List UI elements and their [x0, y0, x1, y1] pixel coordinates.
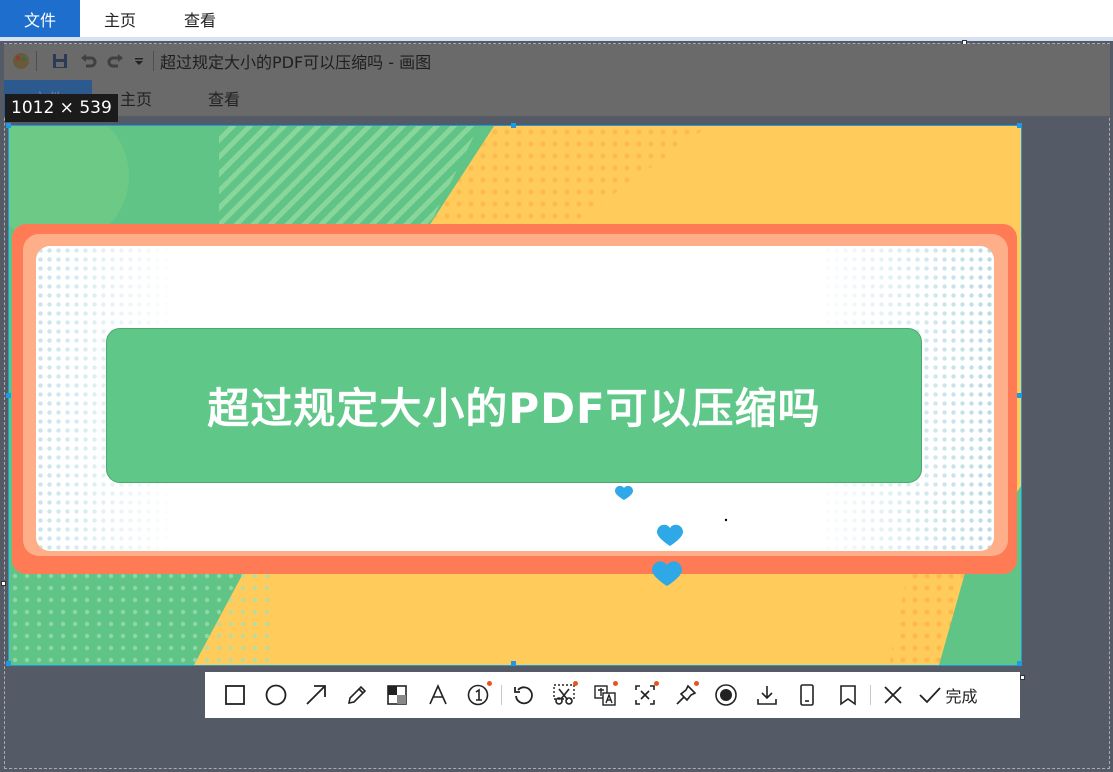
pencil-tool[interactable]	[337, 672, 378, 718]
number-marker-icon	[467, 684, 489, 706]
selection-size-label: 1012 × 539	[5, 94, 118, 122]
canvas-area[interactable]: 超过规定大小的PDF可以压缩吗 - 画图 文件 主页 查看 1012 × 539	[0, 40, 1113, 772]
selection-handle[interactable]	[6, 661, 11, 666]
download-icon	[756, 686, 777, 705]
arrow-tool[interactable]	[296, 672, 337, 718]
record-icon	[715, 684, 738, 706]
bookmark-button[interactable]	[828, 672, 869, 718]
arrow-icon	[306, 685, 327, 705]
pencil-icon	[347, 685, 366, 705]
inner-tab-view: 查看	[207, 90, 240, 109]
paint-app-icon	[10, 50, 32, 72]
ribbon-tabs: 文件 主页 查看	[0, 0, 1113, 37]
new-badge-dot	[486, 681, 492, 686]
selection-handle[interactable]	[511, 123, 516, 128]
scissors-button[interactable]	[544, 672, 585, 718]
ellipse-icon	[265, 684, 287, 706]
selection-handle[interactable]	[6, 393, 11, 398]
new-badge-dot	[613, 681, 618, 686]
toolbar-separator	[870, 685, 871, 705]
redo-icon[interactable]	[105, 50, 127, 72]
heart-icon	[615, 485, 633, 500]
check-icon	[918, 687, 941, 704]
toolbar-separator	[500, 685, 502, 705]
pin-button[interactable]	[666, 672, 707, 718]
cancel-button[interactable]	[873, 672, 914, 718]
ellipse-tool[interactable]	[256, 672, 297, 718]
text-icon	[429, 684, 447, 705]
quick-access-bar: 超过规定大小的PDF可以压缩吗 - 画图	[4, 44, 1110, 78]
selection-handle[interactable]	[6, 123, 11, 128]
screenshot-toolbar: 完成	[205, 672, 1020, 718]
record-button[interactable]	[706, 672, 747, 718]
undo-icon	[513, 686, 533, 705]
canvas-resize-handle[interactable]	[1, 581, 6, 586]
pin-icon	[676, 684, 697, 705]
mosaic-tool[interactable]	[377, 672, 418, 718]
customize-dropdown-icon[interactable]	[133, 50, 145, 72]
bookmark-icon	[839, 685, 856, 706]
tab-file[interactable]: 文件	[0, 0, 80, 37]
toolbar-divider	[153, 51, 154, 71]
download-button[interactable]	[747, 672, 788, 718]
window-title: 超过规定大小的PDF可以压缩吗 - 画图	[160, 53, 432, 72]
scissors-icon	[553, 684, 575, 705]
undo-icon[interactable]	[77, 50, 99, 72]
text-tool[interactable]	[418, 672, 459, 718]
ocr-button[interactable]	[625, 672, 666, 718]
selection-handle[interactable]	[1017, 393, 1022, 398]
translate-button[interactable]	[585, 672, 626, 718]
captured-paint-window-header: 超过规定大小的PDF可以压缩吗 - 画图 文件 主页 查看	[4, 44, 1110, 116]
captured-image[interactable]: 超过规定大小的PDF可以压缩吗	[9, 126, 1021, 665]
new-badge-dot	[572, 681, 578, 686]
selection-handle[interactable]	[511, 661, 516, 666]
selection-handle[interactable]	[1017, 123, 1022, 128]
tab-home[interactable]: 主页	[80, 0, 160, 37]
new-badge-dot	[653, 681, 659, 686]
mosaic-icon	[387, 685, 408, 705]
send-to-phone-button[interactable]	[787, 672, 828, 718]
done-button[interactable]: 完成	[914, 672, 984, 718]
undo-button[interactable]	[504, 672, 545, 718]
number-marker-tool[interactable]	[458, 672, 499, 718]
translate-icon	[594, 685, 616, 706]
save-icon[interactable]	[49, 50, 71, 72]
rectangle-tool[interactable]	[215, 672, 256, 718]
tab-view[interactable]: 查看	[160, 0, 240, 37]
canvas-resize-handle[interactable]	[1020, 675, 1025, 680]
heart-icon	[657, 524, 683, 546]
toolbar-divider	[36, 51, 37, 71]
close-icon	[884, 686, 902, 704]
new-badge-dot	[694, 681, 699, 686]
selection-handle[interactable]	[1017, 661, 1022, 666]
heart-decorations	[615, 485, 728, 586]
done-label: 完成	[945, 687, 978, 706]
heart-icon	[652, 561, 682, 586]
ocr-icon	[635, 685, 656, 705]
rectangle-icon	[225, 685, 246, 705]
phone-icon	[800, 684, 815, 706]
